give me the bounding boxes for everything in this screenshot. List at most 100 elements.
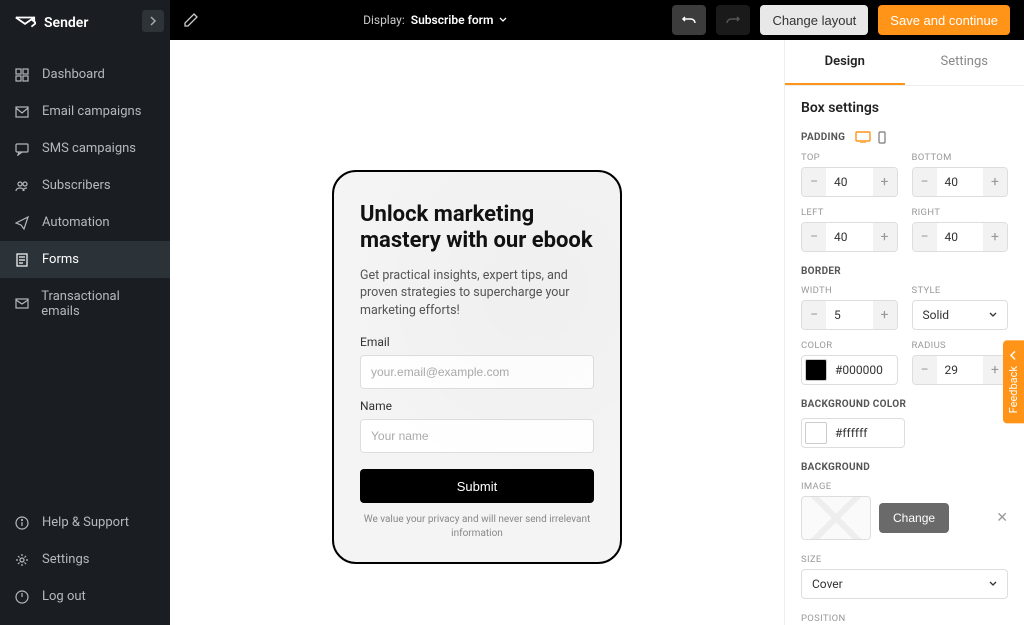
minus-icon[interactable]: − xyxy=(802,168,826,196)
nav-forms[interactable]: Forms xyxy=(0,241,170,278)
bgcolor-header: BACKGROUND COLOR xyxy=(801,399,906,410)
form-icon xyxy=(14,253,30,267)
minus-icon[interactable]: − xyxy=(802,223,826,251)
bg-position-label: POSITION xyxy=(801,613,1008,624)
nav-subscribers[interactable]: Subscribers xyxy=(0,167,170,204)
canvas[interactable]: Unlock marketing mastery with our ebook … xyxy=(170,40,784,625)
color-swatch xyxy=(805,422,827,444)
chevron-icon xyxy=(1009,350,1019,360)
email-input[interactable] xyxy=(360,355,594,389)
change-layout-button[interactable]: Change layout xyxy=(760,5,868,35)
mobile-icon[interactable] xyxy=(877,130,887,144)
bg-image-thumb[interactable] xyxy=(801,496,871,540)
gear-icon xyxy=(14,553,30,567)
nav-logout[interactable]: Log out xyxy=(0,578,170,615)
border-width-stepper[interactable]: −5+ xyxy=(801,300,898,330)
minus-icon[interactable]: − xyxy=(913,356,937,384)
topbar: Display: Subscribe form Change layout Sa… xyxy=(170,0,1024,40)
nav-label: Help & Support xyxy=(42,515,129,530)
save-continue-button[interactable]: Save and continue xyxy=(878,5,1010,35)
envelope-icon xyxy=(14,106,30,118)
nav-dashboard[interactable]: Dashboard xyxy=(0,56,170,93)
pad-left-label: LEFT xyxy=(801,207,898,218)
name-label: Name xyxy=(360,399,594,413)
border-style-label: STYLE xyxy=(912,285,1009,296)
brand-name: Sender xyxy=(44,15,88,31)
border-color-label: COLOR xyxy=(801,340,898,351)
nav-help[interactable]: Help & Support xyxy=(0,504,170,541)
nav-transactional[interactable]: Transactional emails xyxy=(0,278,170,330)
bg-size-select[interactable]: Cover xyxy=(801,569,1008,599)
caret-down-icon xyxy=(499,17,507,23)
desktop-icon[interactable] xyxy=(855,130,871,144)
caret-down-icon xyxy=(989,312,997,318)
plus-icon[interactable]: + xyxy=(983,168,1007,196)
chevron-right-icon xyxy=(148,16,158,26)
nav-automation[interactable]: Automation xyxy=(0,204,170,241)
plus-icon[interactable]: + xyxy=(873,168,897,196)
pad-right-stepper[interactable]: −40+ xyxy=(912,222,1009,252)
logo[interactable]: Sender xyxy=(14,12,88,34)
section-title: Box settings xyxy=(801,100,1008,116)
border-width-label: WIDTH xyxy=(801,285,898,296)
pad-bottom-stepper[interactable]: −40+ xyxy=(912,167,1009,197)
remove-image-button[interactable]: ✕ xyxy=(996,510,1008,526)
sender-logo-icon xyxy=(14,12,36,34)
info-icon xyxy=(14,516,30,530)
users-icon xyxy=(14,179,30,193)
settings-panel: Design Settings Box settings PADDING xyxy=(784,40,1024,625)
caret-down-icon xyxy=(989,581,997,587)
form-description: Get practical insights, expert tips, and… xyxy=(360,267,594,320)
undo-icon xyxy=(681,12,697,28)
nav-settings[interactable]: Settings xyxy=(0,541,170,578)
border-radius-stepper[interactable]: −29+ xyxy=(912,355,1009,385)
color-swatch xyxy=(805,359,827,381)
sidebar: Sender Dashboard Email campaigns SMS cam… xyxy=(0,0,170,625)
mail-arrow-icon xyxy=(14,298,29,310)
edit-icon[interactable] xyxy=(184,13,198,27)
feedback-tab[interactable]: Feedback xyxy=(1003,340,1024,423)
bgcolor-input[interactable]: #ffffff xyxy=(801,418,905,448)
bg-size-label: SIZE xyxy=(801,554,1008,565)
collapse-sidebar-button[interactable] xyxy=(142,10,164,32)
plus-icon[interactable]: + xyxy=(873,223,897,251)
pad-top-label: TOP xyxy=(801,152,898,163)
email-label: Email xyxy=(360,335,594,349)
display-select[interactable]: Subscribe form xyxy=(411,13,508,27)
form-title: Unlock marketing mastery with our ebook xyxy=(360,202,594,255)
nav-label: Email campaigns xyxy=(42,104,141,119)
nav-label: Dashboard xyxy=(42,67,105,82)
tab-design[interactable]: Design xyxy=(785,40,905,85)
nav-sms-campaigns[interactable]: SMS campaigns xyxy=(0,130,170,167)
nav-email-campaigns[interactable]: Email campaigns xyxy=(0,93,170,130)
chat-icon xyxy=(14,142,30,156)
minus-icon[interactable]: − xyxy=(913,168,937,196)
bg-image-label: IMAGE xyxy=(801,481,1008,492)
border-radius-label: RADIUS xyxy=(912,340,1009,351)
nav-label: Settings xyxy=(42,552,89,567)
pad-left-stepper[interactable]: −40+ xyxy=(801,222,898,252)
privacy-note: We value your privacy and will never sen… xyxy=(360,513,594,540)
border-style-select[interactable]: Solid xyxy=(912,300,1009,330)
sidebar-header: Sender xyxy=(0,0,170,46)
logout-icon xyxy=(14,590,30,604)
pad-top-stepper[interactable]: −40+ xyxy=(801,167,898,197)
tab-settings[interactable]: Settings xyxy=(905,40,1024,85)
nav-label: Automation xyxy=(42,215,110,230)
minus-icon[interactable]: − xyxy=(802,301,826,329)
plus-icon[interactable]: + xyxy=(983,223,1007,251)
undo-button[interactable] xyxy=(672,5,706,35)
name-input[interactable] xyxy=(360,419,594,453)
panel-tabs: Design Settings xyxy=(785,40,1024,86)
change-image-button[interactable]: Change xyxy=(879,503,949,533)
form-preview[interactable]: Unlock marketing mastery with our ebook … xyxy=(332,170,622,564)
submit-button[interactable]: Submit xyxy=(360,469,594,503)
border-header: BORDER xyxy=(801,266,841,277)
send-icon xyxy=(14,216,30,230)
redo-button[interactable] xyxy=(716,5,750,35)
pad-bottom-label: BOTTOM xyxy=(912,152,1009,163)
border-color-input[interactable]: #000000 xyxy=(801,355,898,385)
pad-right-label: RIGHT xyxy=(912,207,1009,218)
plus-icon[interactable]: + xyxy=(873,301,897,329)
minus-icon[interactable]: − xyxy=(913,223,937,251)
